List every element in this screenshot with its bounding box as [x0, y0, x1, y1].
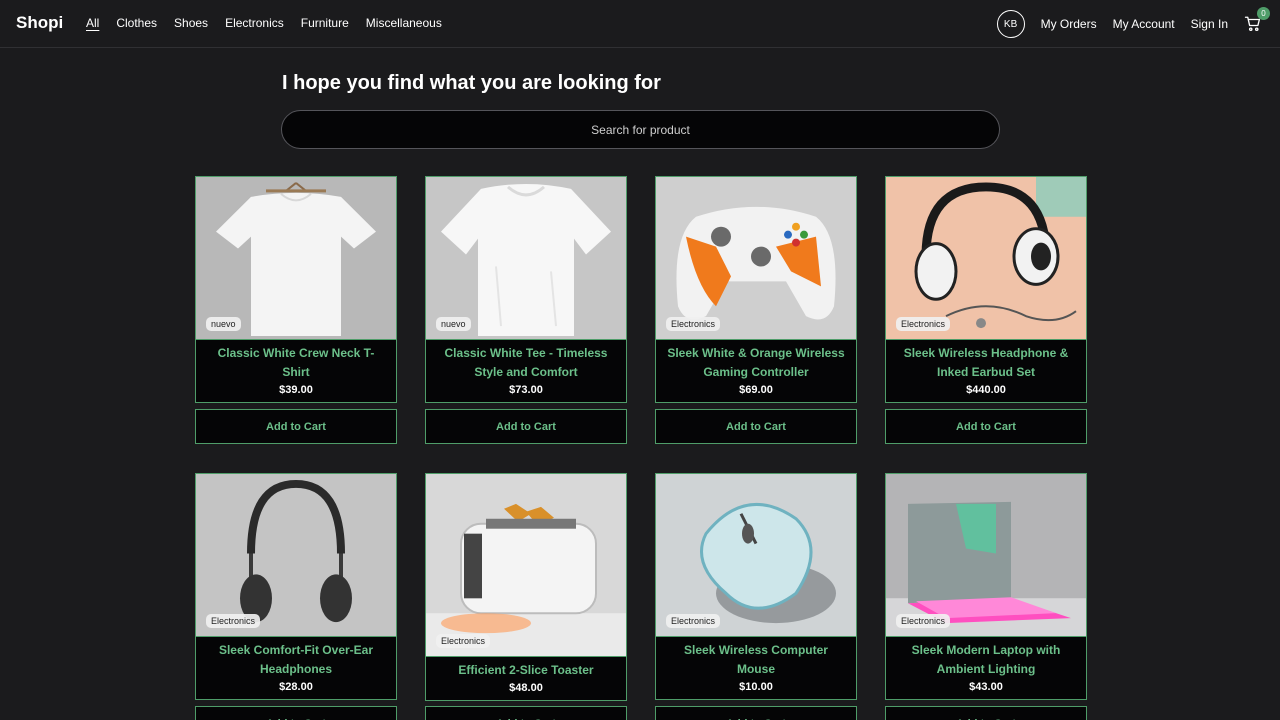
product-title: Classic White Crew Neck T-Shirt [217, 346, 375, 379]
product-price: $73.00 [509, 384, 543, 396]
product-price: $10.00 [739, 681, 773, 693]
product-card[interactable]: nuevo Classic White Tee - Timeless Style… [425, 176, 627, 403]
product-image[interactable]: nuevo [196, 177, 396, 340]
category-badge: Electronics [206, 614, 261, 628]
add-to-cart-button[interactable]: Add to Cart [885, 706, 1087, 720]
product-title: Classic White Tee - Timeless Style and C… [444, 346, 608, 379]
product-card[interactable]: Electronics Sleek White & Orange Wireles… [655, 176, 857, 403]
nav-item-furniture[interactable]: Furniture [301, 16, 349, 30]
category-badge: nuevo [206, 317, 241, 331]
my-orders-link[interactable]: My Orders [1041, 17, 1097, 31]
add-to-cart-button[interactable]: Add to Cart [195, 706, 397, 720]
add-to-cart-button[interactable]: Add to Cart [655, 409, 857, 444]
product-title: Sleek Wireless Headphone & Inked Earbud … [903, 346, 1069, 379]
nav-item-electronics[interactable]: Electronics [225, 16, 284, 30]
product-card[interactable]: Electronics Efficient 2-Slice Toaster $4… [425, 473, 627, 701]
product-price: $69.00 [739, 384, 773, 396]
product-price: $28.00 [279, 681, 313, 693]
product-image[interactable]: Electronics [656, 474, 856, 637]
add-to-cart-button[interactable]: Add to Cart [885, 409, 1087, 444]
category-badge: nuevo [436, 317, 471, 331]
top-navbar: Shopi All Clothes Shoes Electronics Furn… [0, 0, 1280, 48]
category-badge: Electronics [896, 317, 951, 331]
product-card[interactable]: nuevo Classic White Crew Neck T-Shirt $3… [195, 176, 397, 403]
add-to-cart-button[interactable]: Add to Cart [195, 409, 397, 444]
nav-item-shoes[interactable]: Shoes [174, 16, 208, 30]
product-image[interactable]: Electronics [426, 474, 626, 657]
product-card[interactable]: Electronics Sleek Comfort-Fit Over-Ear H… [195, 473, 397, 700]
cart-count-badge: 0 [1257, 7, 1270, 20]
product-title: Sleek Comfort-Fit Over-Ear Headphones [218, 643, 374, 676]
product-image[interactable]: Electronics [656, 177, 856, 340]
product-price: $39.00 [279, 384, 313, 396]
category-badge: Electronics [896, 614, 951, 628]
cart-button[interactable]: 0 [1244, 7, 1270, 33]
sign-in-link[interactable]: Sign In [1191, 17, 1228, 31]
product-title: Efficient 2-Slice Toaster [458, 663, 594, 677]
product-title: Sleek Modern Laptop with Ambient Lightin… [911, 643, 1061, 676]
category-badge: Electronics [436, 634, 491, 648]
product-price: $43.00 [969, 681, 1003, 693]
add-to-cart-button[interactable]: Add to Cart [655, 706, 857, 720]
nav-item-clothes[interactable]: Clothes [116, 16, 157, 30]
add-to-cart-button[interactable]: Add to Cart [425, 706, 627, 720]
product-card[interactable]: Electronics Sleek Wireless Headphone & I… [885, 176, 1087, 403]
page-title: I hope you find what you are looking for [282, 72, 661, 94]
product-image[interactable]: Electronics [886, 474, 1086, 637]
product-image[interactable]: nuevo [426, 177, 626, 340]
add-to-cart-button[interactable]: Add to Cart [425, 409, 627, 444]
search-input[interactable] [281, 110, 1000, 149]
category-nav: All Clothes Shoes Electronics Furniture … [86, 16, 442, 30]
account-nav: KB My Orders My Account Sign In 0 [996, 7, 1270, 39]
product-title: Sleek White & Orange Wireless Gaming Con… [667, 346, 845, 379]
avatar[interactable]: KB [996, 10, 1025, 38]
nav-item-miscellaneous[interactable]: Miscellaneous [366, 16, 442, 30]
product-card[interactable]: Electronics Sleek Modern Laptop with Amb… [885, 473, 1087, 700]
category-badge: Electronics [666, 317, 721, 331]
product-title: Sleek Wireless Computer Mouse [684, 643, 828, 676]
my-account-link[interactable]: My Account [1113, 17, 1175, 31]
logo[interactable]: Shopi [16, 13, 63, 33]
product-image[interactable]: Electronics [886, 177, 1086, 340]
category-badge: Electronics [666, 614, 721, 628]
nav-item-all[interactable]: All [86, 16, 99, 30]
product-price: $48.00 [509, 682, 543, 694]
product-image[interactable]: Electronics [196, 474, 396, 637]
product-price: $440.00 [966, 384, 1006, 396]
product-card[interactable]: Electronics Sleek Wireless Computer Mous… [655, 473, 857, 700]
